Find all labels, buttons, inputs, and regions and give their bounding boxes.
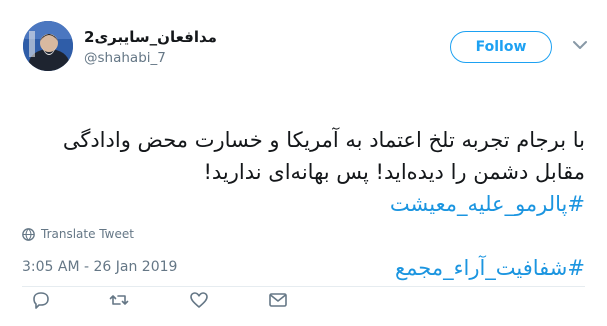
tweet-timestamp[interactable]: 3:05 AM - 26 Jan 2019 <box>22 259 177 275</box>
retweet-icon[interactable] <box>109 290 129 310</box>
translate-tweet-link[interactable]: Translate Tweet <box>22 226 134 242</box>
avatar[interactable] <box>23 21 73 71</box>
profile-photo-icon <box>23 21 73 71</box>
message-icon[interactable] <box>268 290 288 310</box>
reply-icon[interactable] <box>31 290 51 310</box>
tweet-text: با برجام تجربه تلخ اعتماد به آمریکا و خس… <box>22 92 585 316</box>
tweet-actions <box>0 290 607 310</box>
globe-icon <box>22 227 35 241</box>
translate-label[interactable]: Translate Tweet <box>41 227 134 241</box>
tweet-body: با برجام تجربه تلخ اعتماد به آمریکا و خس… <box>62 128 585 184</box>
follow-button[interactable]: Follow <box>450 31 552 63</box>
chevron-down-icon[interactable] <box>573 40 587 50</box>
divider <box>22 286 585 287</box>
display-name[interactable]: مدافعان_سایبری2 <box>84 28 217 46</box>
user-handle[interactable]: @shahabi_7 <box>84 50 166 66</box>
hashtag-link[interactable]: #پالرمو_علیه_معیشت <box>22 188 585 220</box>
like-icon[interactable] <box>189 290 209 310</box>
